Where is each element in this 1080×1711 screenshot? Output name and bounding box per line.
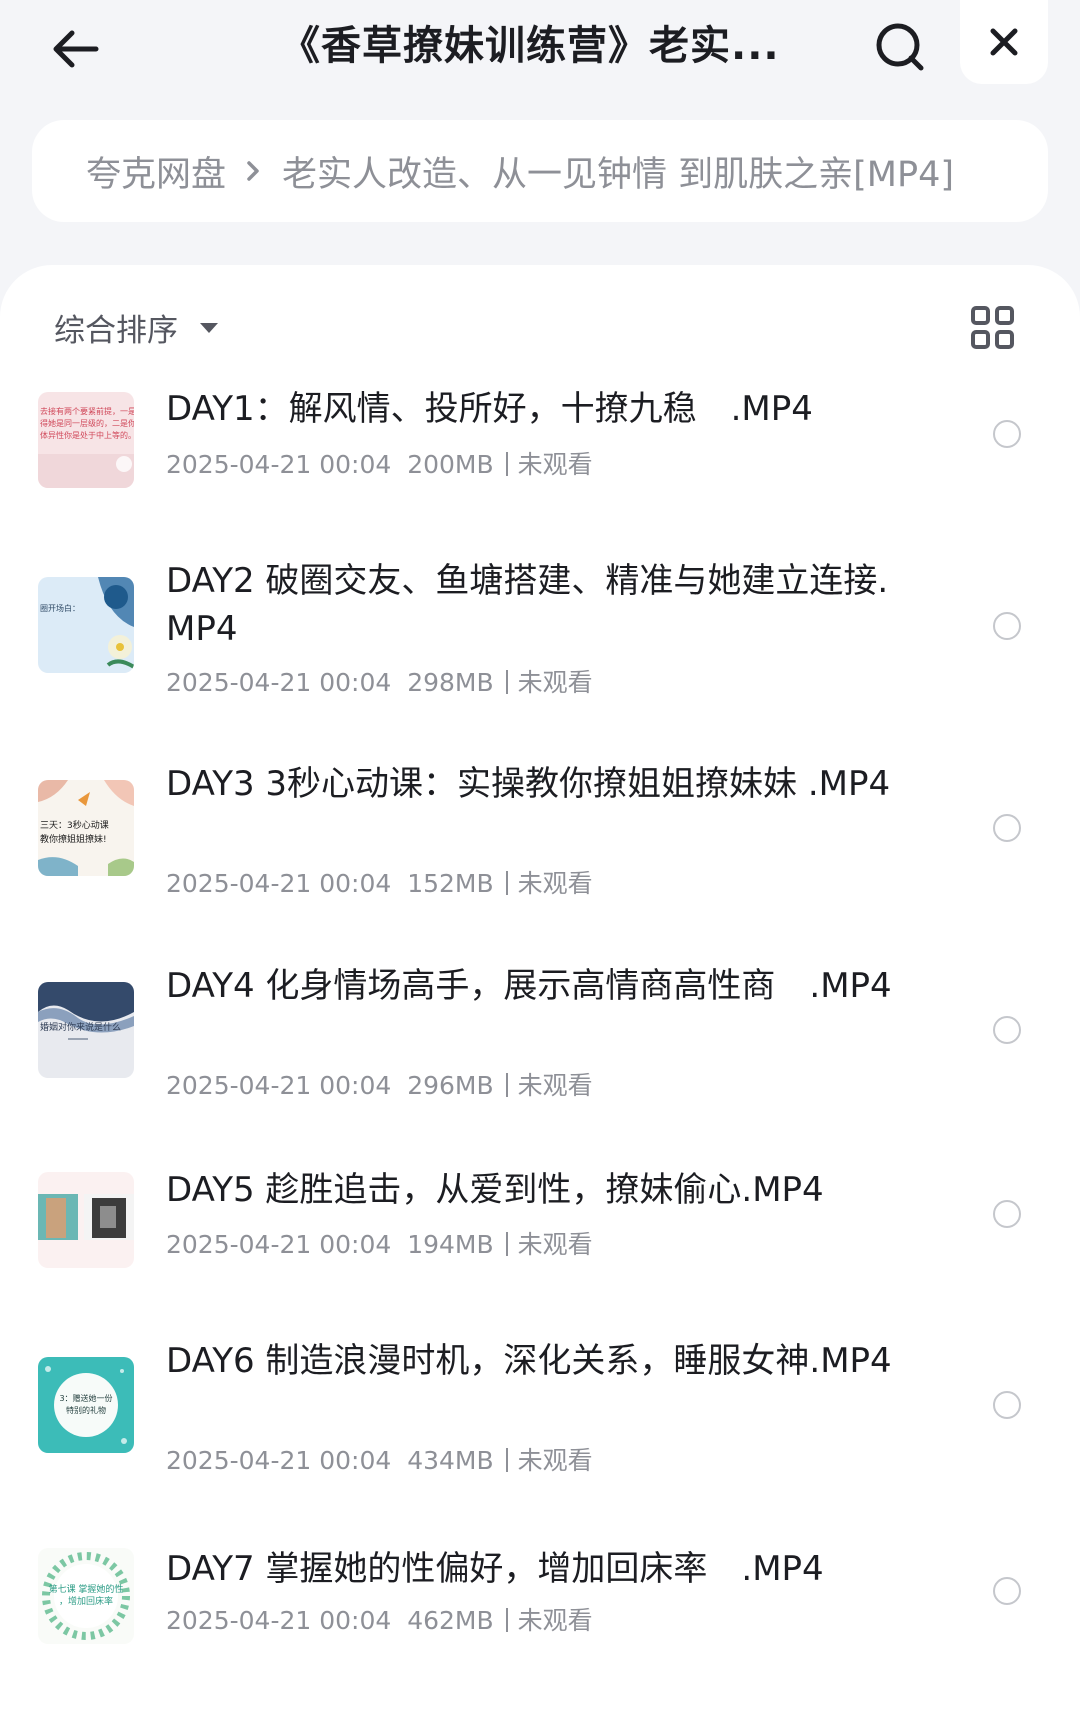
meta-divider [505,1448,508,1472]
sort-label: 综合排序 [54,313,178,349]
file-panel: 综合排序 去接有两个要紧前提，一是你 得她是同一层级的，二是你 体异性你是处于中… [0,265,1080,1711]
file-row[interactable]: 婚姻对你来说是什么 DAY4 化身情场高手，展示高情商高性商 .MP4 2025… [0,942,1080,1117]
meta-divider [505,1073,508,1097]
svg-text:教你撩姐姐撩妹!: 教你撩姐姐撩妹! [40,833,107,845]
svg-text:圈开场白：: 圈开场白： [40,603,80,613]
video-thumbnail: 婚姻对你来说是什么 [38,982,134,1078]
svg-text:第七课 掌握她的性: 第七课 掌握她的性 [49,1583,124,1595]
file-name: DAY7 掌握她的性偏好，增加回床率 .MP4 [166,1549,824,1589]
file-row[interactable]: 三天：3秒心动课 教你撩姐姐撩妹! DAY3 3秒心动课：实操教你撩姐姐撩妹妹 … [0,740,1080,915]
file-meta: 2025-04-21 00:04 298MB 未观看 [166,663,593,699]
file-name: DAY1：解风情、投所好，十撩九稳 .MP4 [166,389,813,429]
watch-status: 未观看 [517,1071,593,1100]
file-date: 2025-04-21 00:04 [166,1606,392,1635]
file-date: 2025-04-21 00:04 [166,1230,392,1259]
file-meta: 2025-04-21 00:04 296MB 未观看 [166,1066,593,1102]
file-name: DAY2 破圈交友、鱼塘搭建、精准与她建立连接.MP4 [166,561,889,649]
svg-text:，增加回床率: ，增加回床率 [59,1595,113,1607]
file-meta: 2025-04-21 00:04 152MB 未观看 [166,864,593,900]
search-button[interactable] [865,12,935,82]
meta-divider [505,1232,508,1256]
watch-status: 未观看 [517,869,593,898]
breadcrumb-root[interactable]: 夸克网盘 [86,146,226,197]
file-date: 2025-04-21 00:04 [166,1071,392,1100]
file-row[interactable]: 去接有两个要紧前提，一是你 得她是同一层级的，二是你 体异性你是处于中上等的。 … [0,365,1080,515]
file-date: 2025-04-21 00:04 [166,869,392,898]
chevron-right-icon [246,160,260,182]
select-radio[interactable] [993,814,1021,842]
file-name: DAY3 3秒心动课：实操教你撩姐姐撩妹妹 .MP4 [166,764,891,804]
select-radio[interactable] [993,1391,1021,1419]
select-radio[interactable] [993,1200,1021,1228]
file-size: 194MB [407,1230,494,1259]
watch-status: 未观看 [517,1606,593,1635]
watch-status: 未观看 [517,1446,593,1475]
file-meta: 2025-04-21 00:04 434MB 未观看 [166,1441,593,1477]
file-date: 2025-04-21 00:04 [166,668,392,697]
file-meta: 2025-04-21 00:04 194MB 未观看 [166,1225,593,1261]
file-size: 298MB [407,668,494,697]
select-radio[interactable] [993,1577,1021,1605]
file-meta: 2025-04-21 00:04 200MB 未观看 [166,445,593,481]
svg-text:体异性你是处于中上等的。: 体异性你是处于中上等的。 [40,430,134,440]
sort-dropdown[interactable]: 综合排序 [54,305,218,350]
back-button[interactable] [40,14,110,84]
watch-status: 未观看 [517,668,593,697]
select-radio[interactable] [993,612,1021,640]
file-size: 152MB [407,869,494,898]
video-thumbnail: 去接有两个要紧前提，一是你 得她是同一层级的，二是你 体异性你是处于中上等的。 [38,392,134,488]
file-size: 296MB [407,1071,494,1100]
meta-divider [505,1608,508,1632]
file-date: 2025-04-21 00:04 [166,450,392,479]
svg-text:特别的礼物: 特别的礼物 [66,1405,106,1415]
select-radio[interactable] [993,420,1021,448]
file-name: DAY5 趁胜追击，从爱到性，撩妹偷心.MP4 [166,1170,824,1210]
svg-text:得她是同一层级的，二是你: 得她是同一层级的，二是你 [40,418,134,428]
file-row[interactable]: DAY5 趁胜追击，从爱到性，撩妹偷心.MP4 2025-04-21 00:04… [0,1145,1080,1295]
file-row[interactable]: 3：赠送她一份 特别的礼物 DAY6 制造浪漫时机，深化关系，睡服女神.MP4 … [0,1322,1080,1497]
caret-down-icon [200,322,218,333]
breadcrumb-current: 老实人改造、从一见钟情 到肌肤之亲[MP4] [282,154,955,195]
svg-text:3：赠送她一份: 3：赠送她一份 [59,1393,112,1403]
file-name: DAY4 化身情场高手，展示高情商高性商 .MP4 [166,966,892,1006]
meta-divider [505,670,508,694]
file-size: 434MB [407,1446,494,1475]
svg-text:去接有两个要紧前提，一是你: 去接有两个要紧前提，一是你 [40,406,134,416]
top-bar: 《香草撩妹训练营》老实... [0,0,1080,110]
svg-text:婚姻对你来说是什么: 婚姻对你来说是什么 [40,1021,121,1033]
grid-view-icon[interactable] [970,305,1016,351]
video-thumbnail: 3：赠送她一份 特别的礼物 [38,1357,134,1453]
back-arrow-icon [53,30,99,68]
meta-divider [505,871,508,895]
svg-text:三天：3秒心动课: 三天：3秒心动课 [40,819,109,831]
video-thumbnail: 圈开场白： [38,577,134,673]
meta-divider [505,452,508,476]
file-meta: 2025-04-21 00:04 462MB 未观看 [166,1601,593,1637]
file-name: DAY6 制造浪漫时机，深化关系，睡服女神.MP4 [166,1341,892,1381]
watch-status: 未观看 [517,1230,593,1259]
video-thumbnail [38,1172,134,1268]
file-size: 462MB [407,1606,494,1635]
close-button[interactable] [960,0,1048,84]
video-thumbnail: 三天：3秒心动课 教你撩姐姐撩妹! [38,780,134,876]
page-title: 《香草撩妹训练营》老实... [280,23,780,69]
select-radio[interactable] [993,1016,1021,1044]
breadcrumb: 夸克网盘 老实人改造、从一见钟情 到肌肤之亲[MP4] [32,120,1048,222]
watch-status: 未观看 [517,450,593,479]
video-thumbnail: 第七课 掌握她的性 ，增加回床率 [38,1548,134,1644]
file-size: 200MB [407,450,494,479]
file-row[interactable]: 第七课 掌握她的性 ，增加回床率 DAY7 掌握她的性偏好，增加回床率 .MP4… [0,1525,1080,1675]
file-date: 2025-04-21 00:04 [166,1446,392,1475]
close-icon [990,28,1018,56]
file-row[interactable]: 圈开场白： DAY2 破圈交友、鱼塘搭建、精准与她建立连接.MP4 2025-0… [0,540,1080,715]
search-icon [876,23,924,71]
